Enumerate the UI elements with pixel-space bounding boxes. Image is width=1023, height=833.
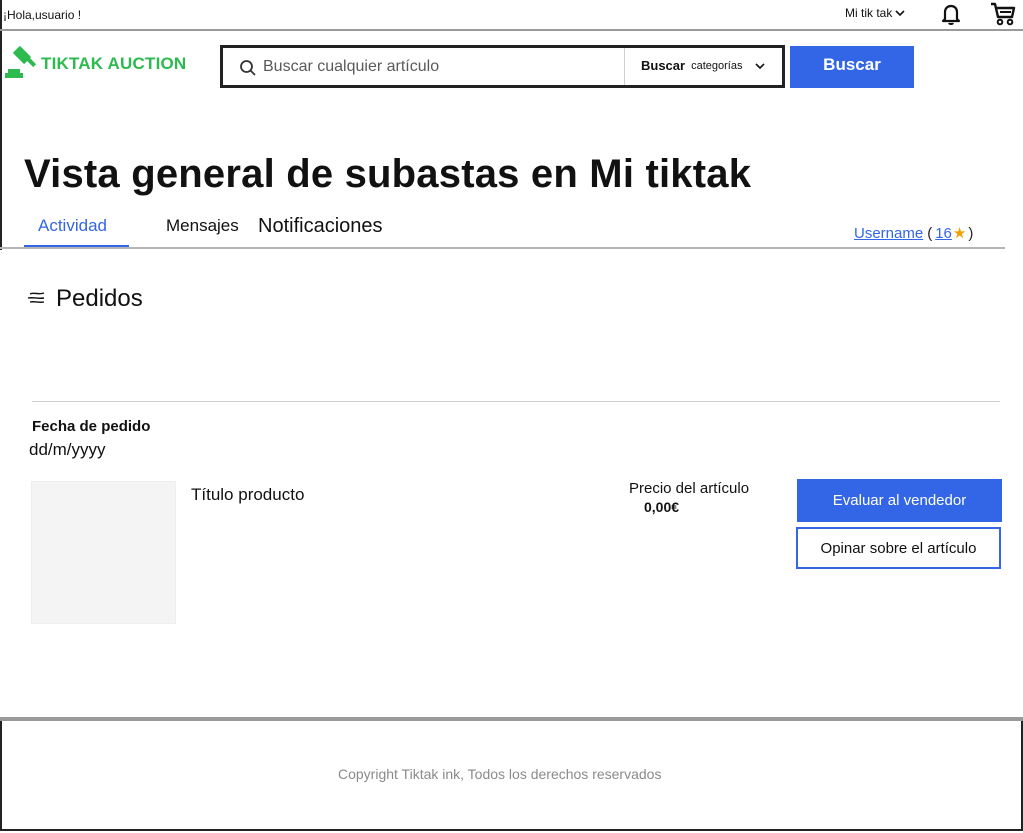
left-border [0, 0, 2, 250]
orders-divider [32, 401, 1000, 402]
product-title[interactable]: Título producto [191, 485, 304, 505]
category-label-bold: Buscar [641, 58, 686, 73]
order-date-value: dd/m/yyyy [29, 440, 106, 459]
page-title: Vista general de subastas en Mi tiktak [24, 152, 752, 196]
greeting-text: ¡Hola,usuario ! [3, 8, 82, 22]
mi-tiktak-label: Mi tik tak [845, 6, 893, 20]
tabs-divider [0, 247, 1005, 249]
rate-seller-button[interactable]: Evaluar al vendedor [797, 479, 1002, 522]
top-bar: ¡Hola,usuario ! Mi tik tak [0, 0, 1023, 31]
rating-count[interactable]: 16 [935, 225, 952, 242]
search-input[interactable] [263, 54, 618, 80]
copyright-text: Copyright Tiktak ink, Todos los derechos… [338, 766, 662, 782]
search-bar: Buscar categorías [220, 45, 785, 88]
close-paren: ) [968, 224, 974, 242]
logo[interactable]: TIKTAK AUCTION [3, 45, 186, 83]
chevron-down-icon [895, 10, 905, 17]
search-divider [624, 48, 625, 85]
search-icon [240, 60, 256, 76]
gavel-icon [5, 46, 37, 78]
tab-actividad[interactable]: Actividad [38, 216, 107, 236]
tab-notificaciones[interactable]: Notificaciones [258, 215, 383, 238]
username-link[interactable]: Username [854, 225, 923, 242]
user-info: Username ( 16 ★ ) [854, 224, 974, 243]
orders-title: Pedidos [56, 285, 143, 312]
star-icon: ★ [952, 225, 967, 242]
logo-text: TIKTAK AUCTION [41, 54, 187, 73]
open-paren: ( [927, 224, 933, 242]
mi-tiktak-menu[interactable]: Mi tik tak [845, 6, 906, 20]
category-label-small: categorías [691, 59, 743, 72]
order-date-label: Fecha de pedido [32, 418, 151, 435]
bell-icon[interactable] [939, 2, 963, 26]
filter-list-icon[interactable] [27, 290, 47, 306]
cart-icon[interactable] [989, 1, 1017, 27]
chevron-down-icon [755, 62, 766, 69]
category-select[interactable]: Buscar categorías [641, 58, 766, 73]
search-button[interactable]: Buscar [790, 46, 914, 88]
review-item-button[interactable]: Opinar sobre el artículo [796, 527, 1001, 569]
tab-mensajes[interactable]: Mensajes [166, 216, 239, 236]
price-value: 0,00€ [644, 499, 680, 515]
price-label: Precio del artículo [629, 480, 750, 497]
product-image[interactable] [31, 481, 176, 624]
